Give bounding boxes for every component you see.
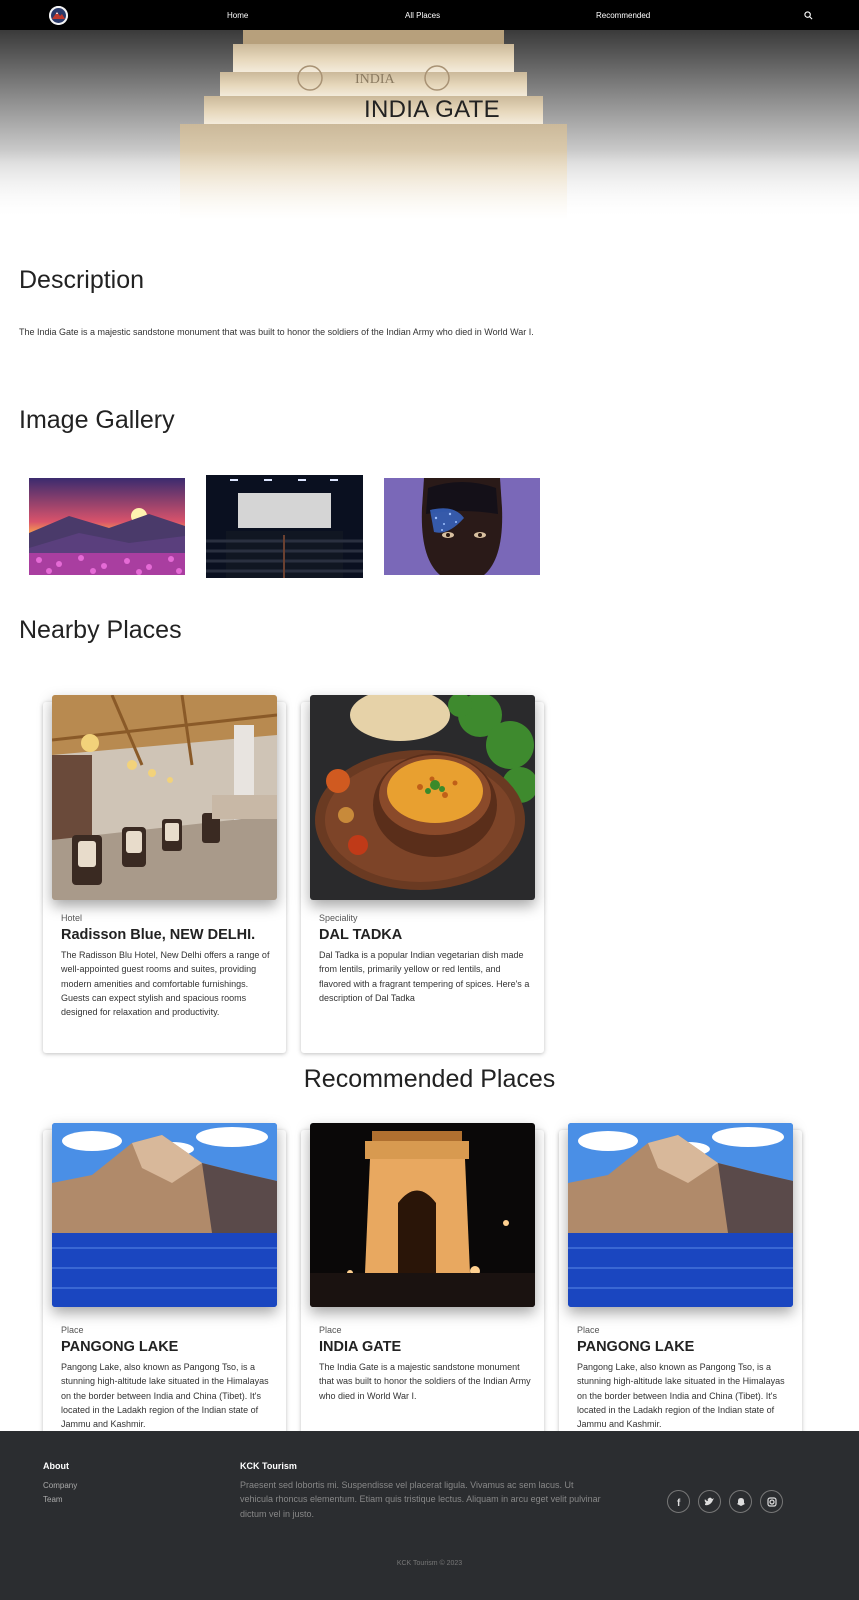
card-text: The India Gate is a majestic sandstone m… — [319, 1362, 531, 1401]
card-text: The Radisson Blu Hotel, New Delhi offers… — [61, 950, 270, 1018]
card-text: Pangong Lake, also known as Pangong Tso,… — [61, 1362, 269, 1430]
card-category: Speciality — [319, 913, 358, 923]
footer-brand-text: Praesent sed lobortis mi. Suspendisse ve… — [240, 1480, 601, 1519]
top-navbar: Home All Places Recommended — [0, 0, 859, 30]
snapchat-icon[interactable] — [729, 1490, 752, 1513]
card-title: INDIA GATE — [319, 1339, 402, 1355]
gallery-image-cinema[interactable] — [206, 475, 363, 578]
gallery-heading: Image Gallery — [19, 406, 175, 434]
nav-all-places-link[interactable]: All Places — [405, 0, 440, 30]
card-text: Pangong Lake, also known as Pangong Tso,… — [577, 1362, 785, 1430]
site-logo[interactable] — [49, 6, 68, 25]
facebook-icon[interactable]: f — [667, 1490, 690, 1513]
hero-banner: INDIA INDIA GATE — [0, 30, 859, 220]
twitter-icon[interactable] — [698, 1490, 721, 1513]
hotel-image — [52, 695, 277, 900]
footer-team-link[interactable]: Team — [43, 1495, 63, 1504]
recommended-card-india-gate[interactable]: Place INDIA GATE The India Gate is a maj… — [301, 1123, 544, 1448]
card-title: PANGONG LAKE — [577, 1339, 695, 1355]
description-heading: Description — [19, 266, 145, 294]
recommended-card-pangong-lake[interactable]: Place PANGONG LAKE Pangong Lake, also kn… — [43, 1123, 286, 1448]
card-title: Radisson Blue, NEW DELHI. — [61, 927, 256, 943]
nav-home-link[interactable]: Home — [227, 0, 248, 30]
gallery-image-mountain-sunset[interactable] — [29, 478, 185, 575]
description-text: The India Gate is a majestic sandstone m… — [19, 327, 534, 337]
gallery-image-portrait[interactable] — [384, 478, 540, 575]
search-icon[interactable] — [804, 11, 813, 20]
page-title: INDIA GATE — [364, 96, 500, 123]
svg-text:f: f — [677, 1498, 681, 1507]
card-category: Hotel — [61, 913, 83, 923]
nearby-card-hotel[interactable]: Hotel Radisson Blue, NEW DELHI. The Radi… — [43, 695, 286, 1053]
gate-inscription: INDIA — [355, 72, 396, 87]
footer-brand-heading: KCK Tourism — [240, 1461, 297, 1471]
card-text: Dal Tadka is a popular Indian vegetarian… — [319, 950, 530, 1003]
card-category: Place — [577, 1325, 600, 1335]
nearby-card-dal-tadka[interactable]: Speciality DAL TADKA Dal Tadka is a popu… — [301, 695, 544, 1053]
instagram-icon[interactable] — [760, 1490, 783, 1513]
card-category: Place — [61, 1325, 84, 1335]
footer-about-heading: About — [43, 1461, 69, 1471]
pangong-lake-image — [568, 1123, 793, 1307]
site-footer: About Company Team KCK Tourism Praesent … — [0, 1431, 859, 1600]
nav-recommended-link[interactable]: Recommended — [596, 0, 650, 30]
copyright-text: KCK Tourism © 2023 — [396, 1560, 463, 1567]
india-gate-image — [310, 1123, 535, 1307]
footer-company-link[interactable]: Company — [43, 1481, 77, 1490]
nearby-heading: Nearby Places — [19, 616, 182, 644]
recommended-card-pangong-lake-2[interactable]: Place PANGONG LAKE Pangong Lake, also kn… — [559, 1123, 802, 1448]
card-title: PANGONG LAKE — [61, 1339, 179, 1355]
pangong-lake-image — [52, 1123, 277, 1307]
recommended-heading: Recommended Places — [303, 1065, 556, 1093]
card-category: Place — [319, 1325, 342, 1335]
card-title: DAL TADKA — [319, 927, 403, 943]
dal-tadka-image — [310, 695, 535, 900]
